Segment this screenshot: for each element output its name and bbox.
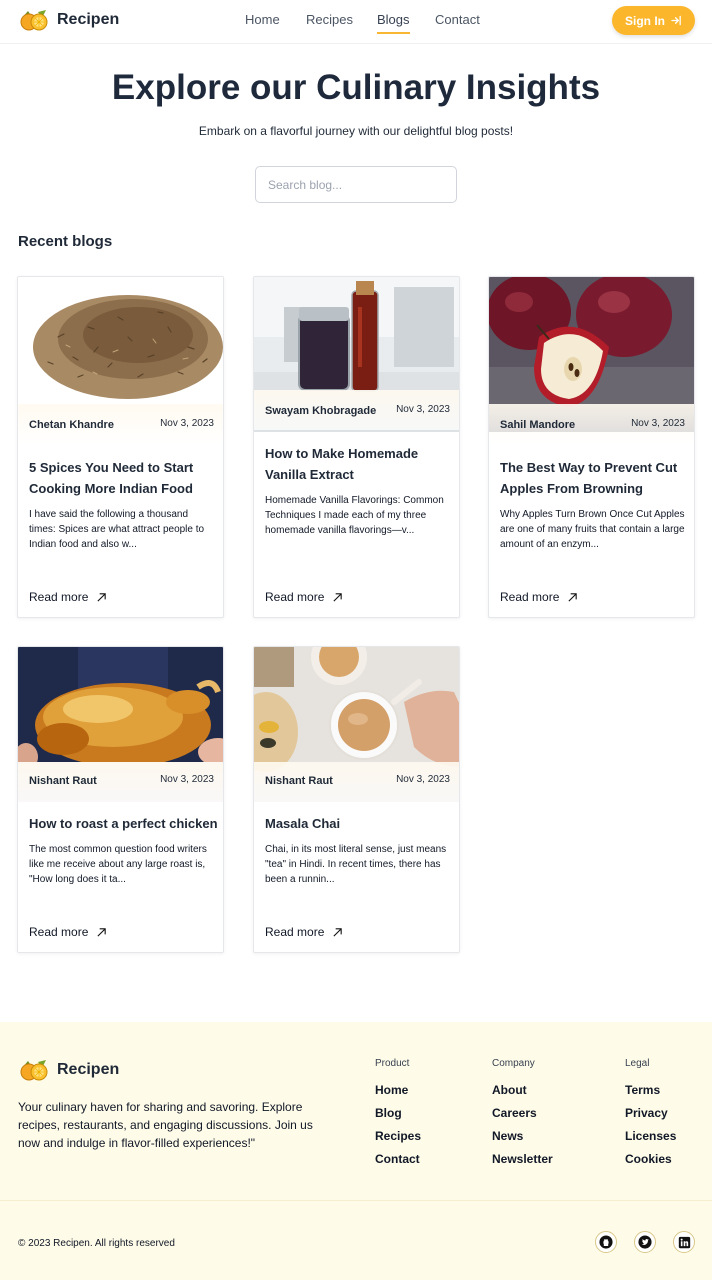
read-more-link[interactable]: Read more [29,590,107,604]
linkedin-icon [678,1236,690,1248]
blog-card[interactable]: Nishant Raut Nov 3, 2023 Masala Chai Cha… [253,646,460,953]
nav-blogs[interactable]: Blogs [377,12,410,34]
footer: Recipen Your culinary haven for sharing … [0,1022,712,1280]
footer-link-news[interactable]: News [492,1129,553,1152]
read-more-link[interactable]: Read more [265,925,343,939]
card-date: Nov 3, 2023 [631,418,685,429]
arrow-up-right-icon [568,592,578,602]
footer-link-newsletter[interactable]: Newsletter [492,1152,553,1175]
card-title[interactable]: The Best Way to Prevent Cut Apples From … [500,457,690,499]
card-excerpt: Chai, in its most literal sense, just me… [265,844,447,885]
copyright-text: © 2023 Recipen. All rights reserved [18,1238,175,1249]
footer-col-legal: Legal Terms Privacy Licenses Cookies [625,1058,676,1175]
card-date: Nov 3, 2023 [160,418,214,429]
arrow-up-right-icon [333,927,343,937]
read-more-link[interactable]: Read more [500,590,578,604]
footer-link-about[interactable]: About [492,1083,553,1106]
footer-link-terms[interactable]: Terms [625,1083,676,1106]
footer-link-cookies[interactable]: Cookies [625,1152,676,1175]
card-author: Swayam Khobragade [265,405,377,417]
footer-link-blog[interactable]: Blog [375,1106,421,1129]
card-excerpt: I have said the following a thousand tim… [29,509,205,550]
card-author: Nishant Raut [29,775,97,787]
arrow-up-right-icon [333,592,343,602]
recent-blogs-heading: Recent blogs [18,233,113,250]
page-title: Explore our Culinary Insights [111,68,601,107]
card-meta: Chetan Khandre Nov 3, 2023 [18,404,223,444]
read-more-label: Read more [265,590,325,604]
lemon-logo-icon [20,1060,48,1081]
footer-link-recipes[interactable]: Recipes [375,1129,421,1152]
card-title[interactable]: How to roast a perfect chicken [29,813,219,834]
nav-recipes[interactable]: Recipes [306,12,353,32]
card-date: Nov 3, 2023 [396,774,450,785]
footer-brand-name: Recipen [57,1061,120,1078]
footer-col-heading: Legal [625,1058,650,1069]
search-blog-input[interactable] [255,166,457,203]
github-link[interactable] [595,1231,617,1253]
read-more-link[interactable]: Read more [265,590,343,604]
github-icon [599,1235,613,1249]
card-title[interactable]: Masala Chai [265,813,455,834]
footer-link-careers[interactable]: Careers [492,1106,553,1129]
footer-description: Your culinary haven for sharing and savo… [18,1100,313,1150]
card-meta: Nishant Raut Nov 3, 2023 [254,762,459,802]
card-author: Sahil Mandore [500,419,576,431]
card-author: Nishant Raut [265,775,333,787]
card-excerpt: The most common question food writers li… [29,844,207,885]
card-meta: Sahil Mandore Nov 3, 2023 [489,404,694,444]
sign-in-label: Sign In [625,13,665,28]
twitter-link[interactable] [634,1231,656,1253]
card-excerpt: Homemade Vanilla Flavorings: Common Tech… [265,495,444,536]
footer-col-company: Company About Careers News Newsletter [492,1058,553,1175]
read-more-link[interactable]: Read more [29,925,107,939]
read-more-label: Read more [29,590,89,604]
twitter-icon [638,1235,652,1249]
read-more-label: Read more [500,590,560,604]
sign-in-icon [671,15,681,26]
footer-col-product: Product Home Blog Recipes Contact [375,1058,421,1175]
nav-home[interactable]: Home [245,12,280,32]
footer-link-home[interactable]: Home [375,1083,421,1106]
blog-card[interactable]: Swayam Khobragade Nov 3, 2023 How to Mak… [253,276,460,618]
footer-link-privacy[interactable]: Privacy [625,1106,676,1129]
nav-contact[interactable]: Contact [435,12,480,32]
read-more-label: Read more [265,925,325,939]
linkedin-link[interactable] [673,1231,695,1253]
arrow-up-right-icon [97,592,107,602]
card-date: Nov 3, 2023 [396,404,450,415]
page-subtitle: Embark on a flavorful journey with our d… [198,124,514,138]
card-author: Chetan Khandre [29,419,114,431]
card-title[interactable]: How to Make Homemade Vanilla Extract [265,443,455,485]
footer-col-heading: Company [492,1058,535,1069]
card-excerpt: Why Apples Turn Brown Once Cut Apples ar… [500,509,685,550]
footer-col-heading: Product [375,1058,410,1069]
card-title[interactable]: 5 Spices You Need to Start Cooking More … [29,457,219,499]
sign-in-button[interactable]: Sign In [612,6,695,35]
card-date: Nov 3, 2023 [160,774,214,785]
top-navbar: Recipen Home Recipes Blogs Contact Sign … [0,0,712,44]
lemon-logo-icon [20,10,48,31]
read-more-label: Read more [29,925,89,939]
brand-name: Recipen [57,11,120,28]
blog-card[interactable]: Sahil Mandore Nov 3, 2023 The Best Way t… [488,276,695,618]
footer-bottom-bar: © 2023 Recipen. All rights reserved [0,1200,712,1280]
arrow-up-right-icon [97,927,107,937]
card-meta: Swayam Khobragade Nov 3, 2023 [254,390,459,430]
brand-logo[interactable]: Recipen [18,8,119,32]
blog-card[interactable]: Chetan Khandre Nov 3, 2023 5 Spices You … [17,276,224,618]
footer-brand-logo[interactable]: Recipen [18,1058,119,1082]
footer-link-contact[interactable]: Contact [375,1152,421,1175]
footer-link-licenses[interactable]: Licenses [625,1129,676,1152]
card-meta: Nishant Raut Nov 3, 2023 [18,762,223,802]
blog-card[interactable]: Nishant Raut Nov 3, 2023 How to roast a … [17,646,224,953]
